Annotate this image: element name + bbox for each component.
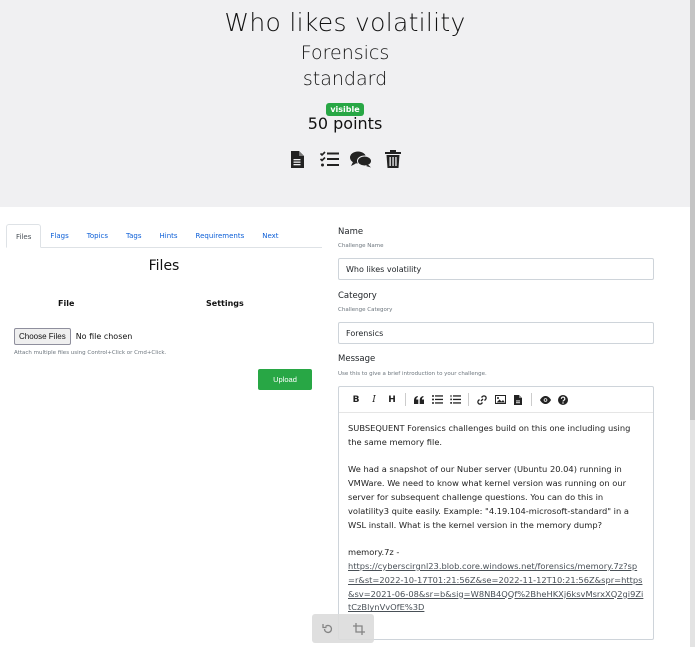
no-file-chosen-text: No file chosen [75, 332, 133, 341]
page-scrollbar[interactable] [690, 0, 695, 647]
challenge-category: Forensics [300, 42, 390, 64]
bold-button[interactable]: B [348, 392, 364, 408]
choose-files-button[interactable]: Choose Files [14, 328, 71, 345]
name-label: Name [338, 227, 364, 237]
file-column-header: File [58, 299, 75, 308]
list-check-icon[interactable] [318, 148, 340, 170]
tab-tags[interactable]: Tags [117, 224, 151, 248]
settings-column-header: Settings [206, 299, 244, 308]
crop-icon[interactable] [349, 619, 369, 639]
file-icon[interactable] [286, 148, 308, 170]
message-paragraph-1: SUBSEQUENT Forensics challenges build on… [348, 423, 631, 447]
tab-files[interactable]: Files [6, 224, 42, 248]
trash-icon[interactable] [382, 148, 404, 170]
preview-icon[interactable] [537, 392, 553, 408]
link-icon[interactable] [474, 392, 490, 408]
name-sublabel: Challenge Name [338, 243, 384, 249]
category-field[interactable]: Forensics [338, 322, 654, 344]
floating-controls [312, 614, 374, 643]
comments-icon[interactable] [350, 148, 372, 170]
name-field[interactable]: Who likes volatility [338, 258, 654, 280]
tab-flags[interactable]: Flags [41, 224, 77, 248]
category-label: Category [338, 291, 377, 301]
challenge-title: Who likes volatility [224, 8, 466, 37]
message-paragraph-2: We had a snapshot of our Nuber server (U… [348, 464, 629, 530]
download-prefix: memory.7z - [348, 547, 400, 558]
file-picker: Choose Files No file chosen [14, 328, 132, 345]
tab-hints[interactable]: Hints [151, 224, 187, 248]
upload-button[interactable]: Upload [258, 369, 312, 390]
challenge-tabs: Files Flags Topics Tags Hints Requiremen… [6, 224, 322, 248]
scrollbar-thumb[interactable] [690, 0, 695, 420]
editor-content[interactable]: SUBSEQUENT Forensics challenges build on… [339, 413, 653, 615]
tab-requirements[interactable]: Requirements [187, 224, 254, 248]
file-icon[interactable] [510, 392, 526, 408]
tab-topics[interactable]: Topics [78, 224, 117, 248]
tab-next[interactable]: Next [253, 224, 287, 248]
category-sublabel: Challenge Category [338, 307, 393, 313]
image-icon[interactable] [492, 392, 508, 408]
editor-toolbar: B I H [339, 387, 653, 413]
ordered-list-icon[interactable] [447, 392, 463, 408]
message-label: Message [338, 354, 376, 364]
italic-button[interactable]: I [366, 392, 382, 408]
download-line: memory.7z - https://cyberscirgnl23.blob.… [348, 546, 644, 615]
attach-hint: Attach multiple files using Control+Clic… [14, 350, 167, 356]
files-heading: Files [148, 258, 180, 274]
challenge-type: standard [302, 68, 388, 90]
challenge-header: Who likes volatility Forensics standard … [0, 0, 690, 207]
unordered-list-icon[interactable] [429, 392, 445, 408]
challenge-points: 50 points [307, 114, 383, 133]
quote-icon[interactable] [411, 392, 427, 408]
message-sublabel: Use this to give a brief introduction to… [338, 371, 487, 377]
rotate-icon[interactable] [318, 619, 338, 639]
help-icon[interactable] [555, 392, 571, 408]
message-editor[interactable]: B I H SUBSEQUENT Forensics challenges bu… [338, 386, 654, 640]
download-link[interactable]: https://cyberscirgnl23.blob.core.windows… [348, 561, 643, 612]
heading-button[interactable]: H [384, 392, 400, 408]
